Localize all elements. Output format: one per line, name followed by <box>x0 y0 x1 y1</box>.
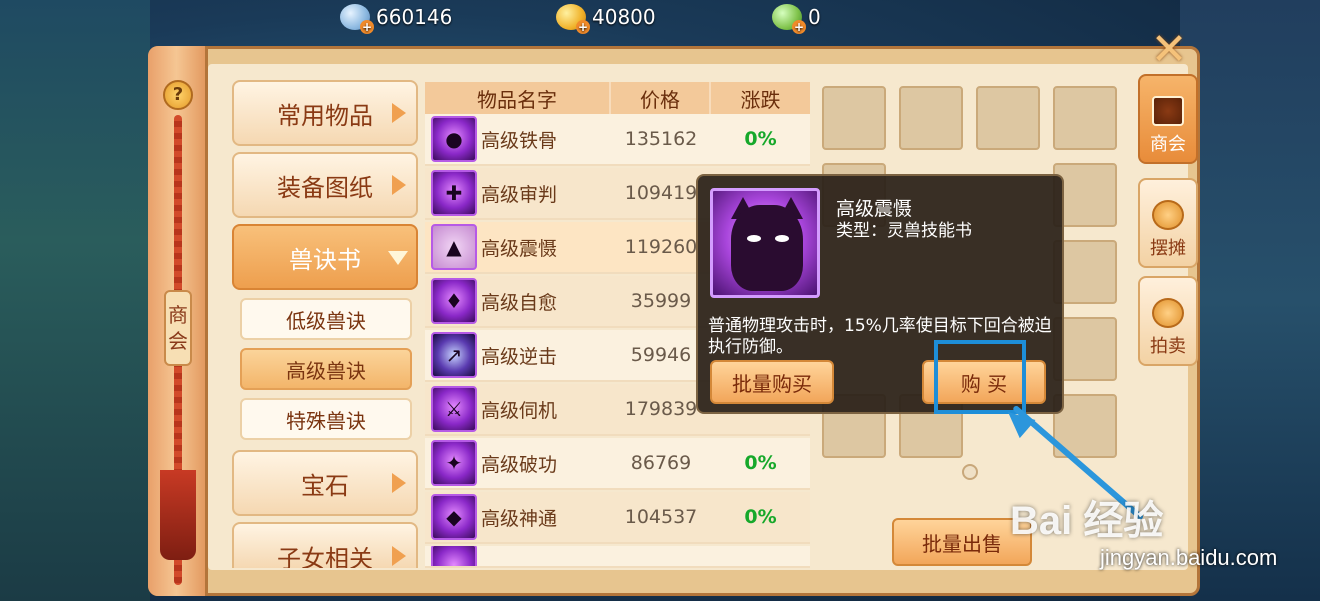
chevron-down-icon <box>388 251 408 265</box>
subcategory-label: 高级兽诀 <box>286 358 366 383</box>
tassel-decoration <box>160 470 196 560</box>
stall-icon <box>1152 200 1184 230</box>
subcategory-label: 低级兽诀 <box>286 308 366 333</box>
skill-book-icon: ↗ <box>431 332 477 378</box>
table-row[interactable] <box>425 546 810 568</box>
chevron-right-icon <box>392 103 406 123</box>
skill-book-icon: ✦ <box>431 440 477 486</box>
item-name: 高级逆击 <box>481 345 558 368</box>
skill-book-icon: ● <box>431 116 477 162</box>
item-name: 高级伺机 <box>481 399 558 422</box>
item-name: 高级震慑 <box>481 237 558 260</box>
chevron-right-icon <box>392 175 406 195</box>
item-name: 高级审判 <box>481 183 558 206</box>
tab-label: 摆摊 <box>1150 238 1186 259</box>
item-name: 高级铁骨 <box>481 129 558 152</box>
item-price: 86769 <box>630 452 692 474</box>
category-common-items[interactable]: 常用物品 <box>232 80 418 146</box>
item-change: 0% <box>744 452 777 474</box>
beast-cat-icon <box>710 188 820 298</box>
gold-coin-icon: + <box>556 4 590 34</box>
inventory-slot[interactable] <box>822 86 886 150</box>
jade-currency[interactable]: + 0 <box>772 4 821 34</box>
silver-coin-icon: + <box>340 4 374 34</box>
close-icon[interactable]: ✕ <box>1146 28 1192 76</box>
column-header-price: 价格 <box>611 82 711 114</box>
tab-label: 拍卖 <box>1150 336 1186 357</box>
baidu-watermark-url: jingyan.baidu.com <box>1100 545 1278 570</box>
item-name: 高级破功 <box>481 453 558 476</box>
column-header-name: 物品名字 <box>425 82 611 114</box>
item-change: 0% <box>744 128 777 150</box>
subcategory-special[interactable]: 特殊兽诀 <box>240 398 412 440</box>
bulk-buy-button[interactable]: 批量购买 <box>710 360 834 404</box>
item-change: 0% <box>744 506 777 528</box>
tab-auction[interactable]: 拍卖 <box>1138 276 1198 366</box>
guild-icon <box>1152 96 1184 126</box>
subcategory-label: 特殊兽诀 <box>286 408 366 433</box>
item-table-header: 物品名字 价格 涨跌 <box>425 82 810 114</box>
category-label: 装备图纸 <box>277 173 373 202</box>
item-price: 135162 <box>624 128 698 150</box>
chevron-right-icon <box>392 546 406 566</box>
popup-item-type: 类型：灵兽技能书 <box>836 221 972 241</box>
inventory-slot[interactable] <box>1053 86 1117 150</box>
background-scenery-left <box>0 0 150 601</box>
gold-currency[interactable]: + 40800 <box>556 4 656 34</box>
skill-book-icon <box>431 546 477 566</box>
category-beast-skill-books[interactable]: 兽诀书 <box>232 224 418 290</box>
skill-book-icon: ⚔ <box>431 386 477 432</box>
skill-book-icon: ◆ <box>431 494 477 540</box>
page-indicator-dot <box>962 464 978 480</box>
category-label: 子女相关 <box>277 544 373 569</box>
auction-icon <box>1152 298 1184 328</box>
chevron-right-icon <box>392 473 406 493</box>
column-header-change: 涨跌 <box>740 87 781 112</box>
item-price: 104537 <box>624 506 698 528</box>
panel-title: 商会 <box>164 290 192 366</box>
buy-button-highlight <box>934 340 1026 414</box>
skill-book-icon: ✚ <box>431 170 477 216</box>
inventory-slot[interactable] <box>899 86 963 150</box>
category-label: 宝石 <box>301 471 349 500</box>
skill-book-icon: ♦ <box>431 278 477 324</box>
subcategory-high-level[interactable]: 高级兽诀 <box>240 348 412 390</box>
table-row[interactable]: ✦ 高级破功 86769 0% <box>425 438 810 490</box>
jade-coin-icon: + <box>772 4 806 34</box>
baidu-watermark-logo: Bai 经验 <box>1010 499 1164 543</box>
category-children[interactable]: 子女相关 <box>232 522 418 568</box>
inventory-slot[interactable] <box>976 86 1040 150</box>
item-name: 高级自愈 <box>481 291 558 314</box>
table-row[interactable]: ● 高级铁骨 135162 0% <box>425 114 810 166</box>
category-label: 兽诀书 <box>289 245 361 274</box>
tab-stall[interactable]: 摆摊 <box>1138 178 1198 268</box>
table-row[interactable]: ◆ 高级神通 104537 0% <box>425 492 810 544</box>
category-label: 常用物品 <box>277 101 373 130</box>
gold-amount: 40800 <box>592 5 656 29</box>
item-name: 高级神通 <box>481 507 558 530</box>
tab-guild[interactable]: 商会 <box>1138 74 1198 164</box>
jade-amount: 0 <box>808 5 821 29</box>
tab-label: 商会 <box>1150 134 1186 155</box>
subcategory-low-level[interactable]: 低级兽诀 <box>240 298 412 340</box>
category-equipment-blueprints[interactable]: 装备图纸 <box>232 152 418 218</box>
background-scenery-right <box>1180 0 1320 601</box>
silver-amount: 660146 <box>376 5 453 29</box>
help-button[interactable]: ? <box>163 80 193 110</box>
silver-currency[interactable]: + 660146 <box>340 4 453 34</box>
skill-book-icon: ▲ <box>431 224 477 270</box>
category-gems[interactable]: 宝石 <box>232 450 418 516</box>
